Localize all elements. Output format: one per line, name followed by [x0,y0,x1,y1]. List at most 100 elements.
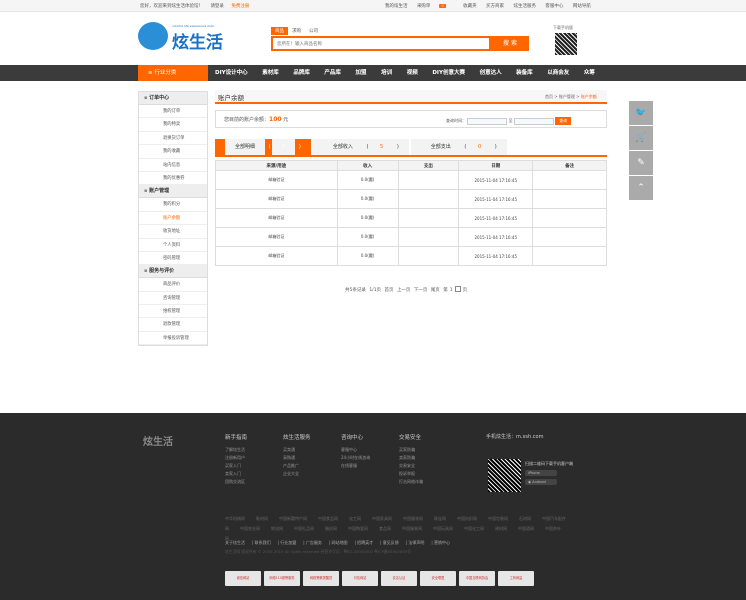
sidebar-item[interactable]: 维权管理 [139,305,207,319]
friend-link[interactable]: 婚庆网 [325,526,337,531]
nav-item[interactable]: 视频 [407,65,418,81]
pager-first[interactable]: 首页 [385,288,394,293]
search-input[interactable] [273,38,433,49]
trust-badge[interactable]: 网络110报警服务 [264,571,300,586]
friend-link[interactable]: 鞋材网 [256,516,268,521]
friend-link[interactable]: 食品网 [379,526,391,531]
search-tab-goods[interactable]: 商品 [271,27,288,35]
friend-link[interactable]: 中国酒网 [518,526,534,531]
my-account-link[interactable]: 我的炫生活 [385,4,408,9]
category-menu[interactable]: ≡ 行业分类 [138,65,208,81]
bottom-link[interactable]: 行业加盟 [280,540,296,545]
sidebar-item[interactable]: 咨询管理 [139,292,207,306]
sidebar-item[interactable]: 密码管理 [139,252,207,266]
nav-item[interactable]: 产品库 [324,65,341,81]
footer-link[interactable]: 采购通 [283,454,343,462]
breadcrumb-account[interactable]: 账户管理 [559,94,575,99]
service-link[interactable]: 炫生活服务 [513,4,536,9]
friend-link[interactable]: 中国化工网 [464,526,484,531]
footer-link[interactable]: 买家入门 [225,462,285,470]
nav-item[interactable]: 以商会友 [547,65,569,81]
nav-item[interactable]: 素材库 [262,65,279,81]
bottom-link[interactable]: 营销中心 [434,540,450,545]
pager-last[interactable]: 尾页 [431,288,440,293]
register-link[interactable]: 免费注册 [231,4,249,9]
site-logo[interactable]: colorful life experience mall 炫生活 [138,22,248,53]
sidebar-item-balance-active[interactable]: 账户余额 [139,212,207,226]
tab-all-income[interactable]: 全部收入 ( 5 ) [312,139,409,155]
android-button[interactable]: ◉ Android [525,479,557,485]
sidebar-item[interactable]: 举报投诉管理 [139,332,207,346]
footer-link[interactable]: 企业大全 [283,470,343,478]
sidebar-item[interactable]: 站内信息 [139,159,207,172]
nav-item[interactable]: 创意达人 [480,65,502,81]
bottom-link[interactable]: 广告服务 [306,540,322,545]
edit-icon[interactable]: ✎ [629,151,653,175]
bottom-link[interactable]: 招聘英才 [357,540,373,545]
footer-link[interactable]: 打击网络诈骗 [399,478,459,486]
sidebar-item[interactable]: 收货地址 [139,225,207,239]
bottom-link[interactable]: 网站地图 [332,540,348,545]
sidebar-item[interactable]: 退换货订单 [139,132,207,146]
friend-link[interactable]: 中国服装网 [403,516,423,521]
site-nav-link[interactable]: 网站导航 [573,4,591,9]
search-tab-company[interactable]: 公司 [305,27,322,35]
nav-item[interactable]: DIY创意大赛 [432,65,465,81]
footer-link[interactable]: 卖家入门 [225,470,285,478]
friend-link[interactable]: 中国礼品网 [294,526,314,531]
sidebar-item[interactable]: 我的优惠券 [139,172,207,186]
bird-icon[interactable]: 🐦 [629,101,653,125]
sidebar-item[interactable]: 我的积分 [139,198,207,212]
end-date-input[interactable] [513,117,554,125]
support-link[interactable]: 客服中心 [545,4,563,9]
cart-icon[interactable]: 🛒 [629,126,653,150]
friend-link[interactable]: 中华机械网 [225,516,245,521]
nav-item[interactable]: 品牌库 [293,65,310,81]
favorites-link[interactable]: 收藏夹 [463,4,477,9]
friend-link[interactable]: 中国新疆特产网 [279,516,307,521]
pager-prev[interactable]: 上一页 [397,288,411,293]
bottom-link[interactable]: 意见反馈 [383,540,399,545]
back-to-top-icon[interactable]: ⌃ [629,176,653,200]
login-link[interactable]: 请登录 [210,4,224,9]
pager-next[interactable]: 下一页 [414,288,428,293]
friend-link[interactable]: 中国家具网 [372,516,392,521]
trust-badge[interactable]: 工商网监 [498,571,534,586]
friend-link[interactable]: 中国陶瓷网 [348,526,368,531]
footer-link[interactable]: 24小时在线咨询 [341,454,401,462]
friend-link[interactable]: 中国纺织网 [457,516,477,521]
friend-link[interactable]: 化工网 [349,516,361,521]
trust-badge[interactable]: 网络警察提醒您 [303,571,339,586]
nav-item[interactable]: DIY设计中心 [215,65,248,81]
breadcrumb-home[interactable]: 首页 [545,94,553,99]
start-date-input[interactable] [467,117,508,125]
footer-link[interactable]: 卖家防骗 [399,454,459,462]
trust-badge[interactable]: 安全联盟 [420,571,456,586]
trust-badge[interactable]: 中国互联网协会 [459,571,495,586]
bottom-link[interactable]: 关于炫生活 [225,540,245,545]
footer-link[interactable]: 交易安全 [399,462,459,470]
footer-link[interactable]: 产品推广 [283,462,343,470]
friend-link[interactable]: 石材网 [519,516,531,521]
footer-link[interactable]: 了解炫生活 [225,446,285,454]
sidebar-item[interactable]: 退款管理 [139,318,207,332]
tab-all-details[interactable]: 全部明细 ( 5 ) [215,139,311,155]
footer-link[interactable]: 买家防骗 [399,446,459,454]
footer-link[interactable]: 投诉举报 [399,470,459,478]
footer-link[interactable]: 在线客服 [341,462,401,470]
search-tab-buy[interactable]: 求购 [288,27,305,35]
tab-all-expense[interactable]: 全部支出 ( 0 ) [410,139,507,155]
footer-link[interactable]: 买卖通 [283,446,343,454]
nav-item[interactable]: 培训 [381,65,392,81]
search-button[interactable]: 搜 索 [491,36,529,51]
sidebar-item[interactable]: 个人资料 [139,239,207,252]
friend-link[interactable]: 珠宝网 [434,516,446,521]
sidebar-item[interactable]: 商品评价 [139,278,207,292]
friend-link[interactable]: 中国服装网 [402,526,422,531]
bottom-link[interactable]: 联系我们 [255,540,271,545]
friend-link[interactable]: 中国农业网 [240,526,260,531]
footer-link[interactable]: 团购交流区 [225,478,285,486]
query-button[interactable]: 查询 [555,117,572,125]
pager-select[interactable] [454,286,461,292]
sidebar-item[interactable]: 我的特卖 [139,118,207,132]
